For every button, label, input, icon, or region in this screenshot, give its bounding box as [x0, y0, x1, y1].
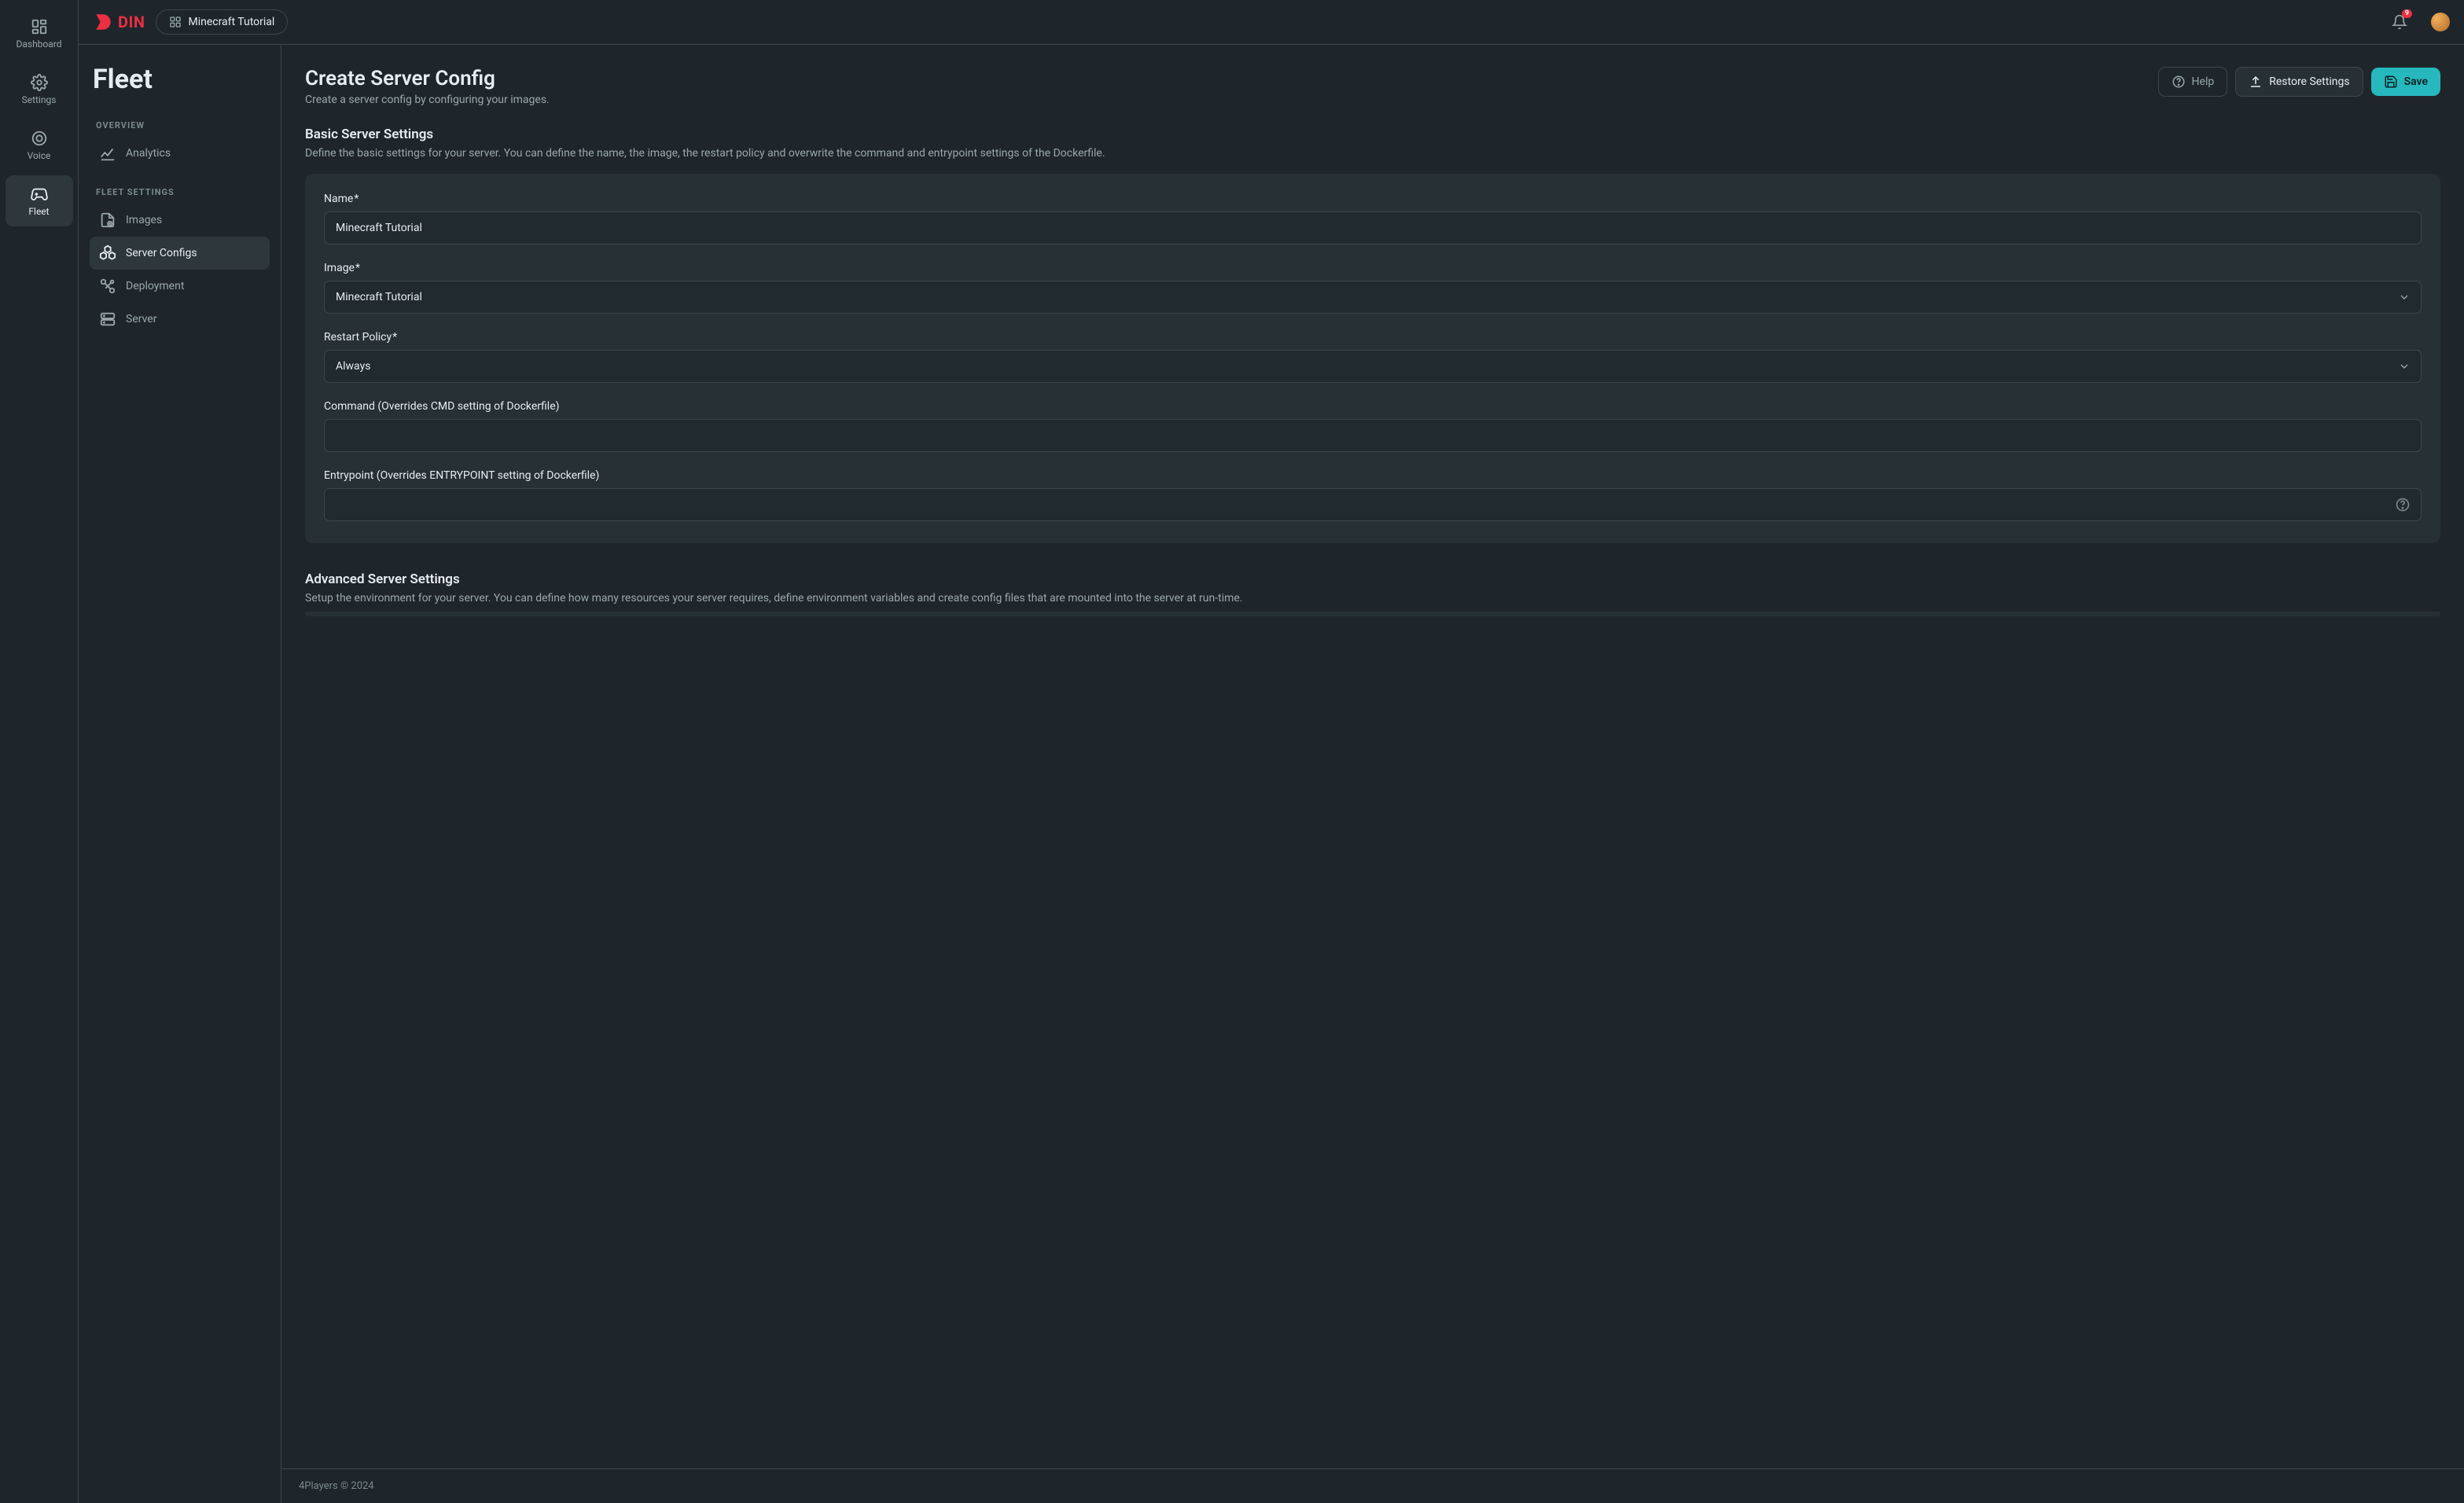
basic-settings-card: Name* Image* Minecraft Tutorial [305, 174, 2440, 543]
secondary-sidebar: Fleet OVERVIEW Analytics FLEET SETTINGS … [79, 45, 281, 1503]
gamepad-icon [31, 186, 48, 203]
sidebar-item-voice[interactable]: Voice [6, 119, 73, 171]
breadcrumb-chip[interactable]: Minecraft Tutorial [156, 9, 288, 35]
sidebar-item-dashboard[interactable]: Dashboard [6, 8, 73, 59]
help-icon [2172, 75, 2186, 89]
sidebar-item-label: Dashboard [16, 39, 61, 50]
deployment-icon [99, 277, 116, 295]
section-label-fleet: FLEET SETTINGS [96, 187, 270, 197]
advanced-settings-card-peek [305, 612, 2440, 616]
advanced-section-desc: Setup the environment for your server. Y… [305, 590, 2440, 606]
inner-nav-label: Server [126, 313, 156, 325]
upload-icon [2249, 75, 2263, 89]
logo-icon [93, 12, 113, 32]
inner-nav-server-configs[interactable]: Server Configs [90, 237, 270, 270]
command-label: Command (Overrides CMD setting of Docker… [324, 400, 2422, 413]
server-icon [99, 311, 116, 328]
main-content: Create Server Config Create a server con… [281, 45, 2464, 1468]
brand-name: DIN [118, 13, 145, 31]
page-title: Create Server Config [305, 67, 550, 90]
basic-section-desc: Define the basic settings for your serve… [305, 145, 2440, 161]
entrypoint-label: Entrypoint (Overrides ENTRYPOINT setting… [324, 469, 2422, 482]
basic-section-title: Basic Server Settings [305, 127, 2440, 142]
cubes-icon [99, 244, 116, 262]
name-label: Name* [324, 193, 2422, 205]
advanced-section-title: Advanced Server Settings [305, 571, 2440, 587]
restore-button-label: Restore Settings [2269, 75, 2349, 88]
footer: 4Players © 2024 [281, 1468, 2464, 1503]
entrypoint-input[interactable] [324, 488, 2422, 521]
inner-nav-images[interactable]: Images [90, 204, 270, 237]
gear-icon [31, 74, 48, 91]
sidebar-item-label: Voice [28, 150, 51, 161]
notification-badge: 9 [2402, 9, 2412, 18]
restart-policy-select[interactable]: Always [324, 350, 2422, 383]
image-label: Image* [324, 262, 2422, 274]
avatar[interactable] [2431, 13, 2450, 31]
file-plus-icon [99, 211, 116, 229]
inner-nav-label: Server Configs [126, 247, 197, 259]
inner-nav-deployment[interactable]: Deployment [90, 270, 270, 303]
inner-nav-label: Analytics [126, 147, 171, 160]
save-icon [2384, 75, 2398, 89]
help-button-label: Help [2192, 75, 2215, 88]
sidebar-item-settings[interactable]: Settings [6, 64, 73, 115]
analytics-icon [99, 145, 116, 162]
breadcrumb-label: Minecraft Tutorial [188, 16, 274, 28]
notifications-button[interactable]: 9 [2389, 11, 2411, 33]
dashboard-icon [31, 18, 48, 35]
footer-copyright: 4Players © 2024 [299, 1480, 374, 1492]
inner-nav-analytics[interactable]: Analytics [90, 137, 270, 170]
inner-nav-label: Deployment [126, 280, 184, 292]
image-select[interactable]: Minecraft Tutorial [324, 281, 2422, 314]
page-subtitle: Create a server config by configuring yo… [305, 94, 550, 106]
brand-logo[interactable]: DIN [93, 12, 145, 32]
restart-policy-label: Restart Policy* [324, 331, 2422, 344]
sidebar-item-label: Settings [22, 94, 57, 105]
name-input[interactable] [324, 211, 2422, 244]
sidebar-item-label: Fleet [28, 206, 49, 217]
inner-nav-server[interactable]: Server [90, 303, 270, 336]
save-button-label: Save [2404, 75, 2428, 88]
section-label-overview: OVERVIEW [96, 120, 270, 130]
topbar: DIN Minecraft Tutorial 9 [79, 0, 2464, 45]
inner-nav-label: Images [126, 214, 162, 226]
save-button[interactable]: Save [2371, 68, 2440, 96]
sidebar-item-fleet[interactable]: Fleet [6, 175, 73, 226]
apps-icon [169, 16, 182, 28]
primary-sidebar: Dashboard Settings Voice Fleet [0, 0, 79, 1503]
restore-settings-button[interactable]: Restore Settings [2235, 67, 2363, 97]
secondary-sidebar-title: Fleet [93, 64, 270, 95]
field-help-icon[interactable] [2395, 497, 2411, 513]
voice-icon [31, 130, 48, 147]
command-input[interactable] [324, 419, 2422, 452]
help-button[interactable]: Help [2158, 67, 2228, 97]
